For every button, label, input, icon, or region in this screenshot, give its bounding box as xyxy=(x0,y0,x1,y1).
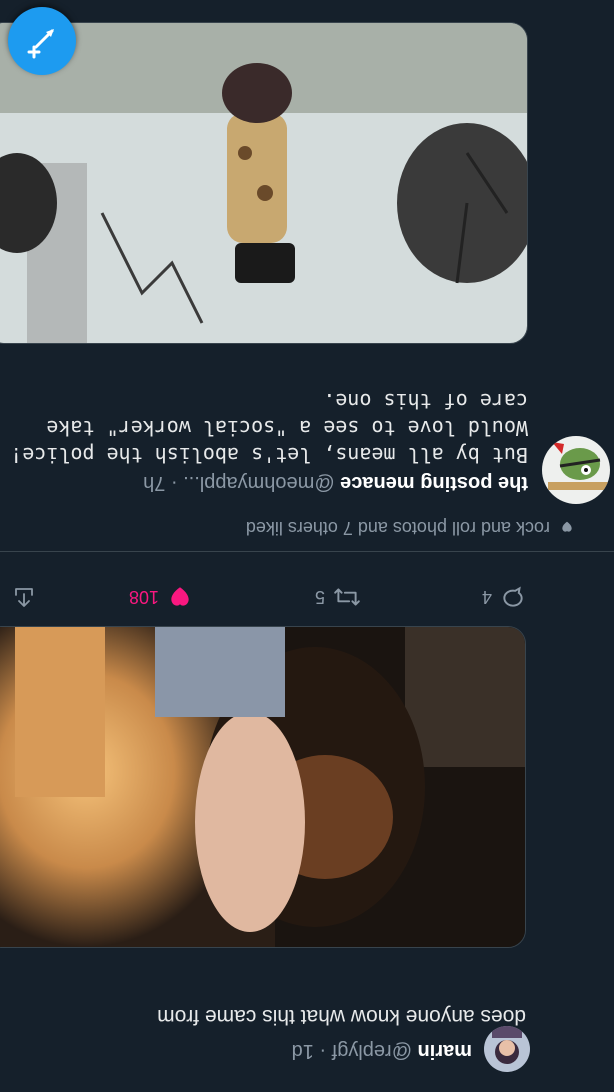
media-photo xyxy=(0,23,528,343)
media-photo xyxy=(0,627,525,947)
retweet-icon xyxy=(334,588,360,606)
social-context: rock and roll photos and 7 others liked xyxy=(246,517,574,538)
avatar[interactable] xyxy=(542,436,610,504)
social-context-text[interactable]: rock and roll photos and 7 others liked xyxy=(246,517,550,538)
reply-button[interactable]: 4 xyxy=(482,584,526,610)
avatar-image xyxy=(484,1026,530,1072)
handle-time: @meohmyappl... · 7h xyxy=(143,472,335,494)
tweet-header: the posting menace @meohmyappl... · 7h xyxy=(143,471,528,494)
share-icon xyxy=(15,588,33,607)
tweet-card[interactable]: marin @replygf · 1d does anyone know wha… xyxy=(0,552,614,1092)
reply-count: 4 xyxy=(481,587,492,608)
timeline-screen: marin @replygf · 1d does anyone know wha… xyxy=(0,0,614,1092)
tweet-media[interactable] xyxy=(0,626,526,948)
heart-icon xyxy=(171,587,189,606)
tweet-text: But by all means, let's abolish the poli… xyxy=(10,389,528,467)
avatar-image xyxy=(542,436,610,504)
liked-by-heart-icon xyxy=(562,522,572,533)
retweet-count: 5 xyxy=(314,587,325,608)
tweet-header: marin @replygf · 1d xyxy=(292,1039,472,1062)
tweet-actions: 4 5 108 xyxy=(6,577,526,617)
compose-icon xyxy=(27,29,54,59)
avatar[interactable] xyxy=(484,1026,530,1072)
tweet-text: does anyone know what this came from xyxy=(157,1005,526,1028)
tweet-media[interactable] xyxy=(0,22,528,344)
like-count: 108 xyxy=(128,587,159,608)
display-name[interactable]: the posting menace xyxy=(340,472,528,494)
retweet-button[interactable]: 5 xyxy=(315,584,361,610)
share-button[interactable] xyxy=(12,584,36,610)
tweet-divider xyxy=(0,551,614,552)
display-name[interactable]: marin xyxy=(418,1040,472,1062)
like-button[interactable]: 108 xyxy=(129,584,193,610)
handle-time: @replygf · 1d xyxy=(291,1040,412,1062)
tweet-card[interactable]: rock and roll photos and 7 others liked … xyxy=(0,0,614,551)
compose-button[interactable] xyxy=(8,7,76,75)
reply-icon xyxy=(503,586,523,607)
